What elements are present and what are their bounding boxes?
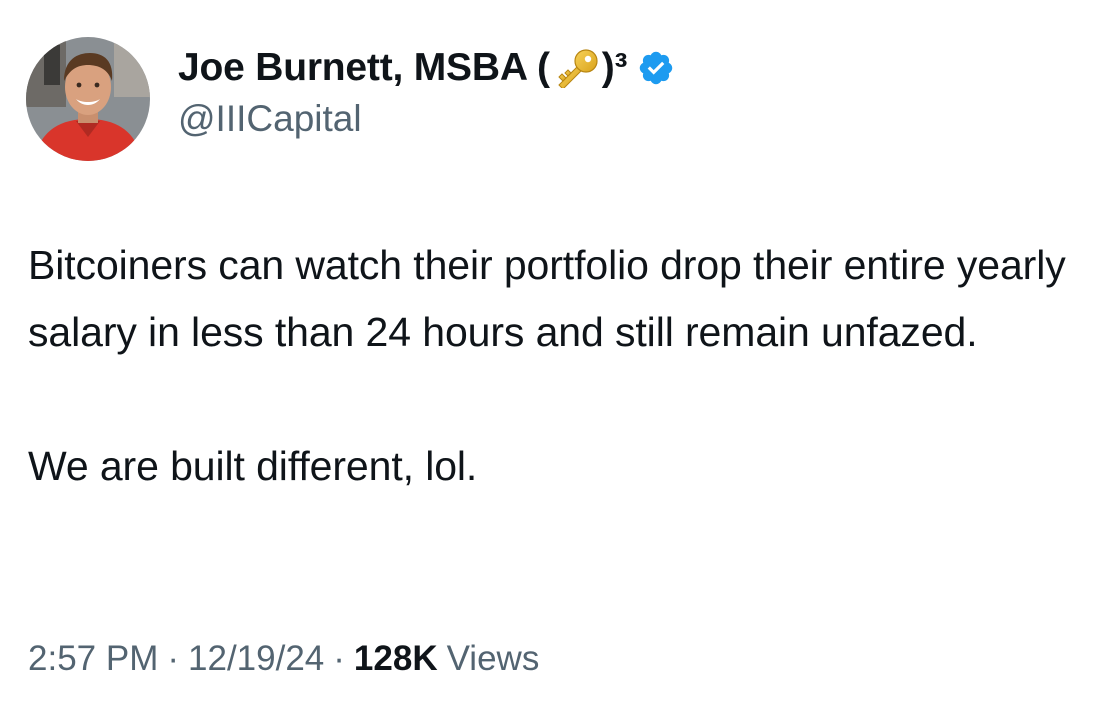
views-label[interactable]: Views	[447, 637, 540, 681]
tweet-paragraph: Bitcoiners can watch their portfolio dro…	[28, 242, 1066, 355]
tweet-header: Joe Burnett, MSBA ()³ @IIICapital	[26, 36, 675, 162]
meta-separator: ·	[333, 639, 345, 678]
tweet-date[interactable]: 12/19/24	[188, 637, 324, 681]
avatar[interactable]	[26, 37, 150, 161]
display-name-suffix[interactable]: )³	[602, 45, 628, 91]
tweet-meta: 2:57 PM · 12/19/24 · 128K Views	[28, 637, 539, 681]
author-handle[interactable]: @IIICapital	[178, 97, 675, 141]
meta-separator: ·	[167, 639, 180, 678]
key-emoji-icon	[552, 48, 600, 90]
avatar-image	[26, 37, 150, 161]
tweet-text: Bitcoiners can watch their portfolio dro…	[28, 232, 1078, 500]
verified-badge-icon[interactable]	[637, 49, 675, 87]
views-count[interactable]: 128K	[354, 637, 438, 681]
author-names: Joe Burnett, MSBA ()³ @IIICapital	[178, 45, 675, 141]
display-name-row[interactable]: Joe Burnett, MSBA ()³	[178, 45, 675, 91]
display-name[interactable]: Joe Burnett, MSBA (	[178, 45, 550, 91]
tweet-paragraph: We are built different, lol.	[28, 443, 478, 489]
tweet-time[interactable]: 2:57 PM	[28, 637, 158, 681]
tweet: Joe Burnett, MSBA ()³ @IIICapital Bitco…	[0, 0, 1098, 707]
